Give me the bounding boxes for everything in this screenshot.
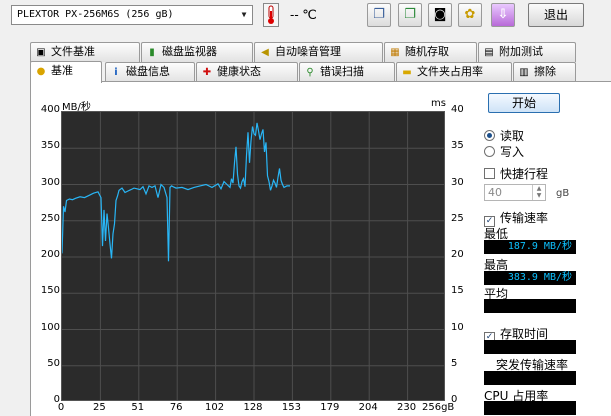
max-value-display: 383.9 MB/秒 (484, 271, 576, 285)
short-stroke-value: 40 (488, 186, 502, 199)
tab-extra-tests[interactable]: ▤ 附加测试 (478, 42, 576, 62)
tab-erase[interactable]: ▥ 擦除 (513, 62, 576, 82)
x-tick-label: 51 (131, 402, 145, 413)
tab-folder-usage[interactable]: ▬ 文件夹占用率 (396, 62, 512, 82)
y2-tick-label: 10 (451, 321, 464, 333)
x-tick-label: 102 (205, 402, 225, 413)
tab-disk-info[interactable]: i 磁盘信息 (105, 62, 195, 82)
read-radio[interactable]: 读取 (484, 127, 524, 144)
drive-select-value: PLEXTOR PX-256M6S (256 gB) (17, 9, 174, 20)
access-time-display (484, 340, 576, 354)
copy-image-icon: ❐ (404, 7, 416, 22)
tab-health[interactable]: ✚ 健康状态 (196, 62, 298, 82)
copy-text-button[interactable]: ❐ (367, 3, 391, 27)
extra-tests-icon: ▤ (484, 47, 494, 58)
right-axis-unit: ms (431, 98, 446, 109)
x-tick-label: 153 (281, 402, 301, 413)
short-stroke-unit: gB (556, 188, 570, 199)
exit-button[interactable]: 退出 (528, 3, 584, 27)
speaker-icon: ◀ (261, 47, 269, 58)
y-tick-label: 50 (47, 357, 60, 369)
drive-select[interactable]: PLEXTOR PX-256M6S (256 gB) ▼ (11, 5, 253, 25)
screenshot-button[interactable]: ◙ (428, 3, 452, 27)
tab-file-benchmark[interactable]: ▣ 文件基准 (30, 42, 140, 62)
transfer-rate-line (62, 122, 290, 262)
camera-icon: ◙ (433, 7, 447, 22)
y2-tick-label: 30 (451, 176, 464, 188)
tab-benchmark[interactable]: ● 基准 (30, 61, 102, 83)
y2-tick-label: 0 (451, 394, 458, 405)
write-radio-dot[interactable] (484, 146, 495, 157)
tab-disk-monitor[interactable]: ▮ 磁盘监视器 (141, 42, 253, 62)
info-icon: i (114, 67, 118, 78)
start-button[interactable]: 开始 (488, 93, 560, 113)
y-tick-label: 250 (40, 212, 60, 224)
x-tick-label: 25 (93, 402, 106, 413)
y2-tick-label: 25 (451, 212, 464, 224)
burst-rate-display (484, 371, 576, 385)
read-radio-dot[interactable] (484, 130, 495, 141)
y2-tick-label: 5 (451, 357, 458, 369)
copy-image-button[interactable]: ❐ (398, 3, 422, 27)
y-tick-label: 300 (40, 176, 60, 188)
magnifier-icon: ⚲ (306, 67, 314, 78)
short-stroke-spinner[interactable]: 40 ▲ ▼ (484, 184, 546, 201)
bulb-icon: ● (36, 66, 46, 77)
health-cross-icon: ✚ (202, 67, 212, 78)
short-stroke-box[interactable] (484, 168, 495, 179)
y-tick-label: 100 (40, 321, 60, 333)
options-icon: ✿ (464, 7, 476, 22)
cpu-usage-display (484, 401, 576, 415)
folder-icon: ▬ (402, 67, 412, 78)
y-tick-label: 200 (40, 249, 60, 260)
benchmark-chart-svg (62, 112, 444, 400)
tab-error-scan[interactable]: ⚲ 错误扫描 (299, 62, 395, 82)
x-tick-label: 128 (243, 402, 263, 413)
thermometer-icon (263, 3, 279, 27)
write-radio[interactable]: 写入 (484, 143, 524, 160)
disk-monitor-icon: ▮ (149, 47, 155, 58)
toolbar: PLEXTOR PX-256M6S (256 gB) ▼ -- ℃ ❐ ❐ ◙ … (0, 0, 611, 34)
download-button[interactable]: ⇩ (491, 3, 515, 27)
y-tick-label: 350 (40, 140, 60, 152)
short-stroke-checkbox[interactable]: 快捷行程 (484, 165, 548, 182)
tab-random-access[interactable]: ▦ 随机存取 (384, 42, 477, 62)
temperature-readout: -- ℃ (290, 7, 317, 22)
spinner-arrows-icon[interactable]: ▲ ▼ (532, 185, 545, 200)
x-tick-label: 179 (320, 402, 340, 413)
trash-icon: ▥ (519, 67, 529, 78)
y2-tick-label: 20 (451, 249, 464, 260)
y2-tick-label: 35 (451, 140, 464, 152)
chevron-down-icon[interactable]: ▼ (236, 6, 252, 24)
down-arrow-icon: ⇩ (497, 7, 509, 22)
x-tick-label: 76 (169, 402, 183, 413)
y-tick-label: 400 (40, 104, 60, 115)
y2-tick-label: 15 (451, 285, 464, 297)
min-value-display: 187.9 MB/秒 (484, 240, 576, 254)
tab-aam[interactable]: ◀ 自动噪音管理 (254, 42, 383, 62)
x-tick-label: 256gB (422, 402, 455, 413)
options-button[interactable]: ✿ (458, 3, 482, 27)
benchmark-chart (61, 111, 445, 401)
x-tick-label: 0 (57, 402, 65, 413)
avg-value-display (484, 299, 576, 313)
file-benchmark-icon: ▣ (36, 47, 46, 58)
copy-text-icon: ❐ (373, 7, 385, 22)
random-access-icon: ▦ (390, 47, 400, 58)
x-tick-label: 204 (358, 402, 378, 413)
y-tick-label: 150 (40, 285, 60, 297)
x-tick-label: 230 (397, 402, 417, 413)
y2-tick-label: 40 (451, 104, 464, 115)
